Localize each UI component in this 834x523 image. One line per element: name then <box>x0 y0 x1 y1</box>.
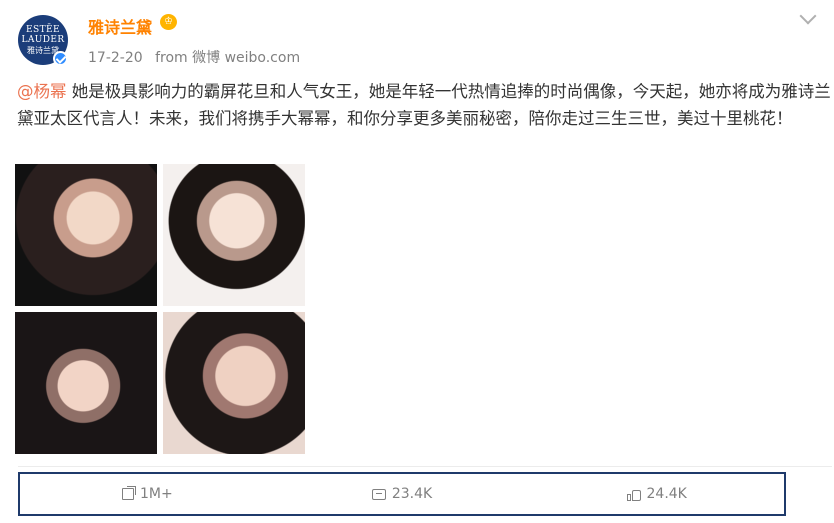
avatar-logo-line-1: ESTĒE <box>26 24 60 35</box>
post-photo-2[interactable] <box>163 164 305 306</box>
like-button[interactable]: 24.4K <box>529 486 784 502</box>
share-button[interactable]: 1M+ <box>20 486 275 502</box>
post-content: @杨幂 她是极具影响力的霸屏花旦和人气女王，她是年轻一代热情追捧的时尚偶像，今天… <box>17 78 832 132</box>
post-photo-1[interactable] <box>15 164 157 306</box>
post-photo-4[interactable] <box>163 312 305 454</box>
post-photo-3[interactable] <box>15 312 157 454</box>
username[interactable]: 雅诗兰黛 <box>88 14 152 38</box>
share-icon <box>121 486 136 500</box>
post-date[interactable]: 17-2-20 <box>88 50 143 66</box>
thumbs-up-icon <box>626 487 641 501</box>
photo-grid <box>15 164 307 454</box>
like-count: 24.4K <box>646 486 687 502</box>
comment-button[interactable]: 23.4K <box>275 486 530 502</box>
share-count: 1M+ <box>139 486 173 502</box>
post-meta: 17-2-20 from 微博 weibo.com <box>88 47 308 67</box>
post-actions-bar: 1M+ 23.4K 24.4K <box>18 472 786 516</box>
comment-icon <box>371 488 386 500</box>
divider <box>18 466 832 467</box>
chevron-down-icon[interactable] <box>799 7 817 25</box>
mention-link[interactable]: @杨幂 <box>17 82 67 101</box>
verified-icon <box>53 51 68 66</box>
post-source: from 微博 weibo.com <box>155 50 301 66</box>
avatar-logo-line-2: LAUDER <box>21 34 65 45</box>
post-text: 她是极具影响力的霸屏花旦和人气女王，她是年轻一代热情追捧的时尚偶像，今天起，她亦… <box>17 82 831 128</box>
vip-badge-icon: ♔ <box>160 14 177 30</box>
comment-count: 23.4K <box>391 486 433 502</box>
